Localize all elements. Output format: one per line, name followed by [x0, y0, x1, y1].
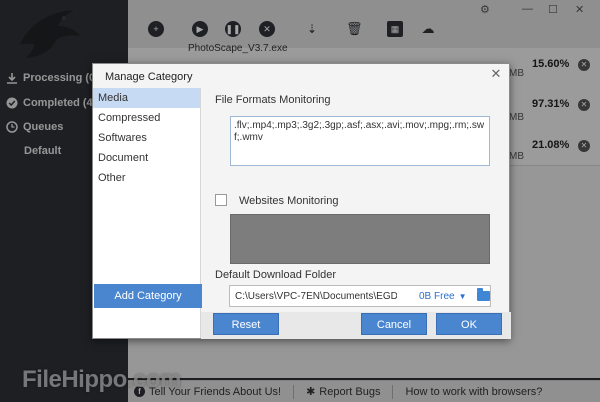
folder-icon[interactable] — [476, 288, 490, 301]
cancel-button[interactable]: Cancel — [361, 313, 427, 335]
websites-monitoring-checkbox[interactable] — [215, 194, 227, 206]
category-item-softwares[interactable]: Softwares — [93, 128, 200, 148]
download-folder-label: Default Download Folder — [215, 269, 337, 281]
category-settings-panel: File Formats Monitoring .flv;.mp4;.mp3;.… — [203, 88, 509, 312]
file-formats-input[interactable]: .flv;.mp4;.mp3;.3g2;.3gp;.asf;.asx;.avi;… — [230, 116, 490, 166]
category-item-media[interactable]: Media — [93, 88, 200, 108]
manage-category-dialog: Manage Category ✕ Media Compressed Softw… — [92, 63, 511, 339]
add-category-button[interactable]: Add Category — [94, 284, 202, 308]
download-folder-field[interactable]: C:\Users\VPC-7EN\Documents\EGDo 0B Free … — [229, 285, 491, 307]
category-item-other[interactable]: Other — [93, 168, 200, 188]
websites-monitoring-label: Websites Monitoring — [239, 195, 339, 207]
chevron-down-icon[interactable]: ▼ — [459, 292, 467, 301]
websites-input[interactable] — [230, 214, 490, 264]
file-formats-label: File Formats Monitoring — [215, 94, 331, 106]
category-item-document[interactable]: Document — [93, 148, 200, 168]
close-icon[interactable]: ✕ — [489, 67, 503, 81]
free-space-dropdown[interactable]: 0B Free — [419, 291, 455, 302]
category-item-compressed[interactable]: Compressed — [93, 108, 200, 128]
ok-button[interactable]: OK — [436, 313, 502, 335]
dialog-title: Manage Category — [105, 71, 193, 83]
folder-path: C:\Users\VPC-7EN\Documents\EGDo — [235, 290, 397, 302]
reset-button[interactable]: Reset — [213, 313, 279, 335]
